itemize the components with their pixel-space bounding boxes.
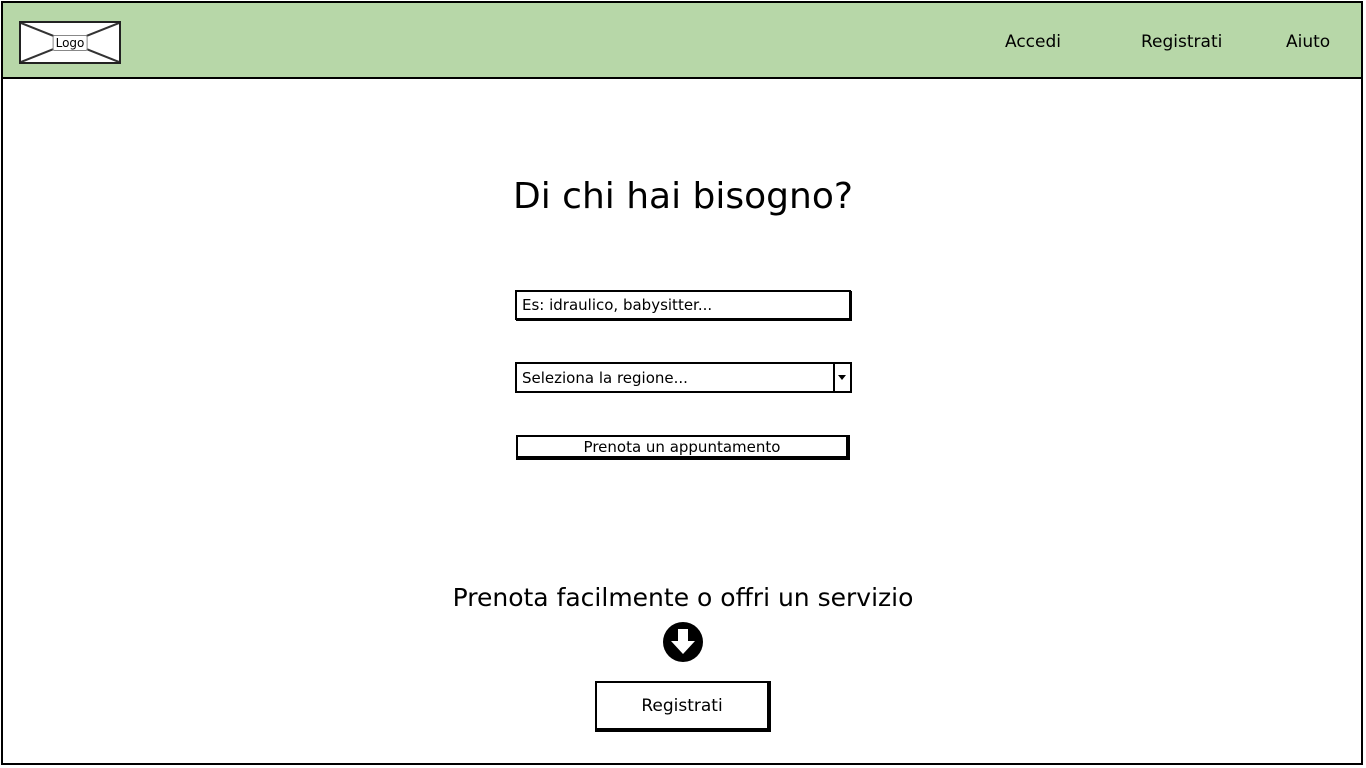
chevron-down-icon[interactable] bbox=[833, 364, 850, 391]
arrow-down-circle-icon bbox=[663, 622, 703, 662]
page-title: Di chi hai bisogno? bbox=[513, 176, 853, 217]
nav-accedi-link[interactable]: Accedi bbox=[1005, 31, 1061, 53]
logo[interactable]: Logo bbox=[19, 21, 121, 64]
book-appointment-button[interactable]: Prenota un appuntamento bbox=[516, 435, 850, 460]
logo-label: Logo bbox=[52, 34, 88, 51]
nav-aiuto-link[interactable]: Aiuto bbox=[1286, 31, 1330, 53]
subheadline: Prenota facilmente o offri un servizio bbox=[452, 583, 914, 612]
region-select[interactable]: Seleziona la regione... bbox=[515, 362, 852, 393]
nav-registrati-link[interactable]: Registrati bbox=[1141, 31, 1222, 53]
region-select-value: Seleziona la regione... bbox=[522, 369, 688, 387]
service-search-input[interactable] bbox=[515, 290, 851, 320]
top-navbar: Logo Accedi Registrati Aiuto bbox=[1, 1, 1363, 79]
register-button[interactable]: Registrati bbox=[595, 681, 771, 732]
